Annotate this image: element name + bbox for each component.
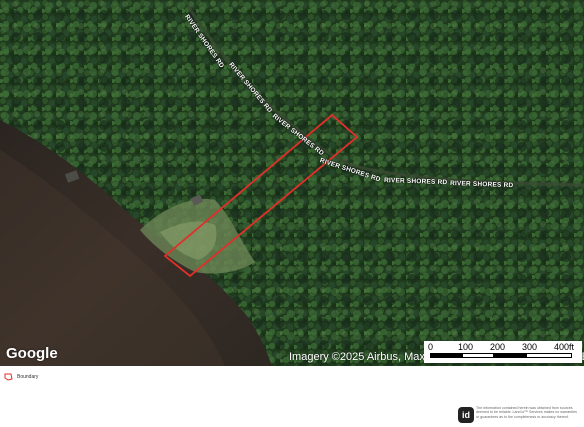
scale-segment: [494, 353, 526, 358]
scale-label: 400ft: [554, 342, 575, 352]
scale-segment: [526, 353, 572, 358]
scale-segment: [462, 353, 494, 358]
boundary-polygon-icon: [4, 373, 13, 381]
scale-label: 200: [490, 342, 506, 352]
legend-label: Boundary: [17, 374, 39, 380]
scale-label: 0: [428, 342, 434, 352]
scale-bar: 0 100 200 300 400ft: [424, 341, 582, 363]
scale-label: 100: [458, 342, 474, 352]
scale-segment: [430, 353, 462, 358]
satellite-map[interactable]: RIVER SHORES RD RIVER SHORES RD RIVER SH…: [0, 0, 584, 366]
google-logo: Google: [6, 345, 58, 362]
scale-label: 300: [522, 342, 538, 352]
land-id-logo: id: [458, 407, 474, 423]
map-legend: Boundary: [4, 373, 38, 381]
disclaimer-text: The information contained herein was obt…: [476, 406, 577, 419]
